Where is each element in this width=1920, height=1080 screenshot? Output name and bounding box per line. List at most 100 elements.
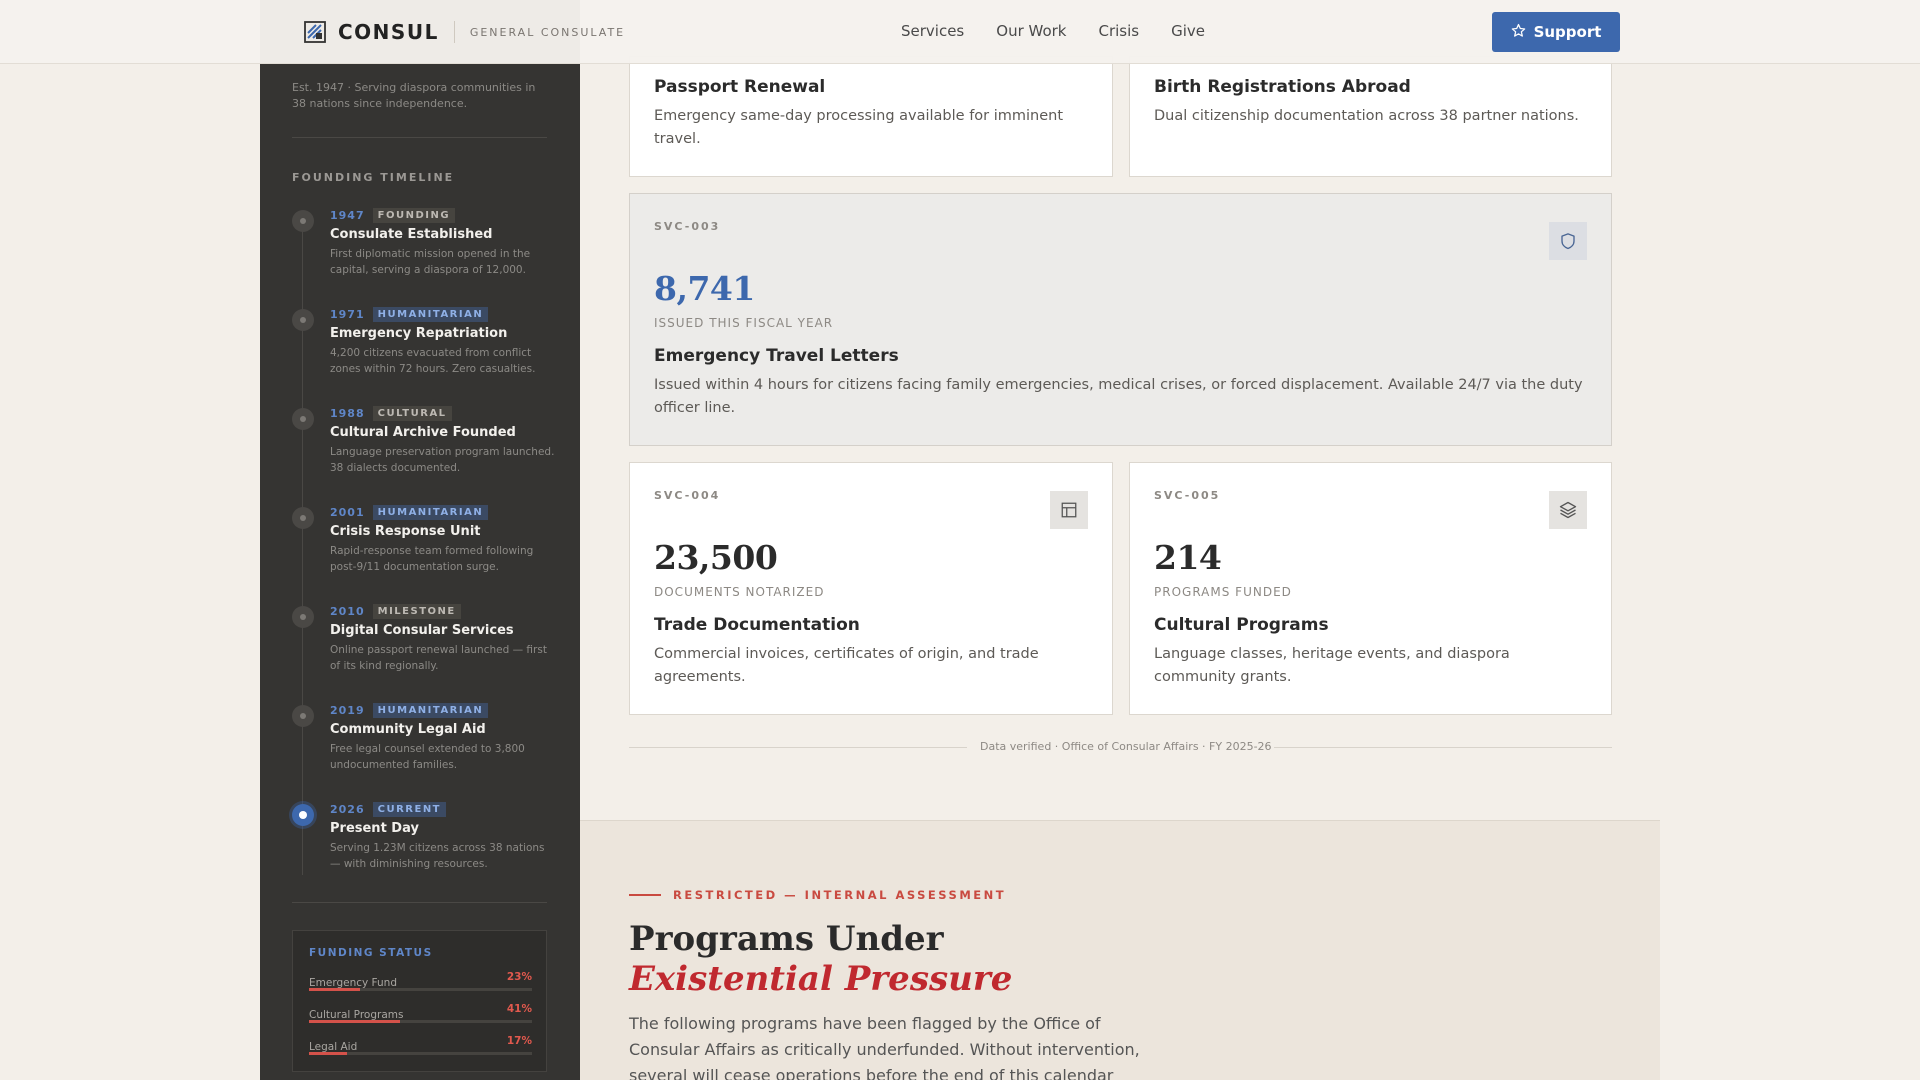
main-nav: Services Our Work Crisis Give xyxy=(901,22,1205,40)
card-stat: 8,741 xyxy=(654,269,755,308)
kicker-text: RESTRICTED — INTERNAL ASSESSMENT xyxy=(673,888,1007,902)
layout-icon xyxy=(1050,491,1088,529)
layers-icon xyxy=(1549,491,1587,529)
verify-divider xyxy=(1274,747,1612,748)
service-card-emergency-travel[interactable]: SVC-003 8,741 ISSUED THIS FISCAL YEAR Em… xyxy=(629,193,1612,446)
timeline-title: Emergency Repatriation xyxy=(330,326,508,341)
card-stat-label: PROGRAMS FUNDED xyxy=(1154,585,1292,599)
assessment-body: The following programs have been flagged… xyxy=(629,1014,1140,1080)
service-card-trade-documentation[interactable]: SVC-004 23,500 DOCUMENTS NOTARIZED Trade… xyxy=(629,462,1113,715)
funding-row: Legal Aid 17% xyxy=(309,1035,532,1055)
timeline-year: 1988 xyxy=(330,406,365,420)
shield-icon xyxy=(1549,222,1587,260)
support-button[interactable]: Support xyxy=(1492,12,1620,52)
data-verified-note: Data verified · Office of Consular Affai… xyxy=(980,740,1272,753)
timeline-title: Digital Consular Services xyxy=(330,623,514,638)
timeline-year: 2001 xyxy=(330,505,365,519)
card-desc: Emergency same-day processing available … xyxy=(654,108,1064,147)
funding-status-panel: FUNDING STATUS Emergency Fund 23% Cultur… xyxy=(292,930,547,1072)
star-icon xyxy=(1511,23,1526,42)
funding-row: Emergency Fund 23% xyxy=(309,971,532,991)
service-card-birth-registrations[interactable]: Birth Registrations Abroad Dual citizens… xyxy=(1129,56,1612,177)
consul-logo-icon xyxy=(304,21,326,43)
nav-our-work[interactable]: Our Work xyxy=(996,22,1066,40)
nav-give[interactable]: Give xyxy=(1171,22,1205,40)
timeline-desc: Serving 1.23M citizens across 38 nations… xyxy=(330,842,545,870)
timeline-tag: MILESTONE xyxy=(372,603,461,619)
timeline-heading: FOUNDING TIMELINE xyxy=(292,171,455,184)
funding-value: 41% xyxy=(506,1003,532,1015)
timeline-dot xyxy=(292,606,314,628)
funding-bar xyxy=(309,1020,532,1023)
funding-bar xyxy=(309,988,532,991)
card-title: Emergency Travel Letters xyxy=(654,346,899,366)
timeline-desc: Online passport renewal launched — first… xyxy=(330,644,547,672)
timeline-desc: Language preservation program launched. … xyxy=(330,446,555,474)
card-stat: 23,500 xyxy=(654,538,778,577)
card-stat-label: ISSUED THIS FISCAL YEAR xyxy=(654,316,834,330)
timeline-year: 1971 xyxy=(330,307,365,321)
card-desc: Language classes, heritage events, and d… xyxy=(1154,646,1510,685)
card-desc: Commercial invoices, certificates of ori… xyxy=(654,646,1039,685)
timeline-dot xyxy=(292,309,314,331)
card-title: Birth Registrations Abroad xyxy=(1154,77,1411,97)
funding-row: Cultural Programs 41% xyxy=(309,1003,532,1023)
funding-bar-fill xyxy=(309,1052,347,1055)
assessment-title-emphasis: Existential Pressure xyxy=(629,959,1013,999)
timeline-tag: CURRENT xyxy=(372,801,447,817)
nav-services[interactable]: Services xyxy=(901,22,964,40)
timeline-dot xyxy=(292,408,314,430)
top-navbar: CONSUL GENERAL CONSULATE Services Our Wo… xyxy=(0,0,1920,64)
sidebar-divider xyxy=(292,902,547,903)
support-label: Support xyxy=(1533,23,1602,41)
funding-title: FUNDING STATUS xyxy=(309,947,433,959)
timeline-dot xyxy=(292,705,314,727)
timeline-desc: 4,200 citizens evacuated from conflict z… xyxy=(330,347,536,375)
nav-crisis[interactable]: Crisis xyxy=(1099,22,1140,40)
service-card-passport[interactable]: Passport Renewal Emergency same-day proc… xyxy=(629,56,1113,177)
card-title: Passport Renewal xyxy=(654,77,826,97)
assessment-title: Programs Under xyxy=(629,919,944,959)
timeline-title: Present Day xyxy=(330,821,419,836)
timeline-dot xyxy=(292,507,314,529)
brand[interactable]: CONSUL GENERAL CONSULATE xyxy=(304,20,625,44)
timeline-tag: CULTURAL xyxy=(372,405,452,421)
funding-value: 23% xyxy=(506,971,532,983)
card-stat: 214 xyxy=(1154,538,1222,577)
timeline-title: Cultural Archive Founded xyxy=(330,425,516,440)
history-sidebar: Est. 1947 · Serving diaspora communities… xyxy=(260,0,580,1080)
timeline-dot-current xyxy=(292,804,314,826)
card-desc: Issued within 4 hours for citizens facin… xyxy=(654,377,1583,416)
assessment-kicker: RESTRICTED — INTERNAL ASSESSMENT xyxy=(629,888,1006,902)
timeline-year: 1947 xyxy=(330,208,365,222)
timeline-tag: HUMANITARIAN xyxy=(372,306,489,322)
brand-separator xyxy=(453,21,455,43)
funding-bar-fill xyxy=(309,1020,401,1023)
card-title: Trade Documentation xyxy=(654,615,860,635)
timeline-title: Community Legal Aid xyxy=(330,722,486,737)
funding-value: 17% xyxy=(506,1035,532,1047)
service-card-cultural-programs[interactable]: SVC-005 214 PROGRAMS FUNDED Cultural Pro… xyxy=(1129,462,1612,715)
timeline-year: 2019 xyxy=(330,703,365,717)
timeline-tag: FOUNDING xyxy=(372,207,456,223)
card-code: SVC-003 xyxy=(654,220,721,233)
sidebar-divider xyxy=(292,137,547,138)
card-title: Cultural Programs xyxy=(1154,615,1329,635)
brand-subtitle: GENERAL CONSULATE xyxy=(469,25,626,39)
established-note: Est. 1947 · Serving diaspora communities… xyxy=(292,81,536,110)
timeline-title: Consulate Established xyxy=(330,227,493,242)
timeline-tag: HUMANITARIAN xyxy=(372,702,489,718)
card-code: SVC-005 xyxy=(1154,489,1221,502)
internal-assessment-section: RESTRICTED — INTERNAL ASSESSMENT Program… xyxy=(580,820,1660,1080)
card-code: SVC-004 xyxy=(654,489,721,502)
card-desc: Dual citizenship documentation across 38… xyxy=(1154,108,1579,124)
timeline-year: 2026 xyxy=(330,802,365,816)
timeline-year: 2010 xyxy=(330,604,365,618)
timeline-tag: HUMANITARIAN xyxy=(372,504,489,520)
timeline-desc: Free legal counsel extended to 3,800 und… xyxy=(330,743,525,771)
funding-bar xyxy=(309,1052,532,1055)
timeline-dot xyxy=(292,210,314,232)
timeline-desc: Rapid-response team formed following pos… xyxy=(330,545,534,573)
timeline-desc: First diplomatic mission opened in the c… xyxy=(330,248,531,276)
funding-bar-fill xyxy=(309,988,361,991)
